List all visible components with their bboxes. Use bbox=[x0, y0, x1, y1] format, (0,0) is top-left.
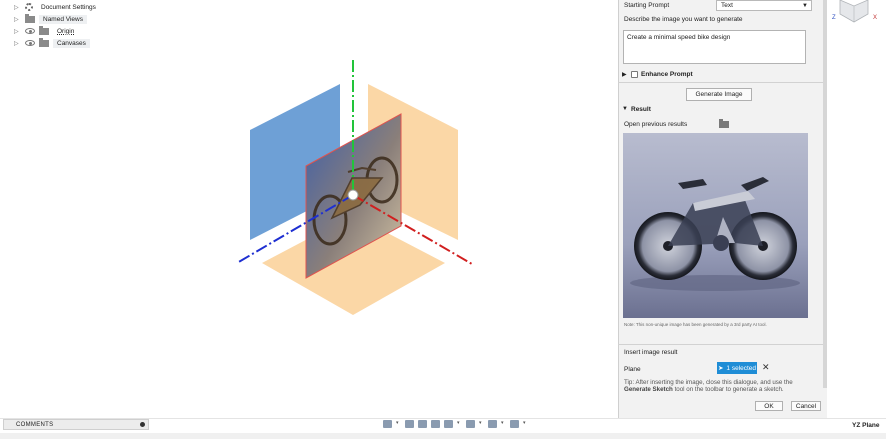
status-strip bbox=[0, 433, 886, 439]
divider bbox=[618, 344, 823, 345]
chevron-down-icon: ▼ bbox=[802, 3, 808, 9]
generate-image-button[interactable]: Generate Image bbox=[686, 88, 752, 101]
comments-toggle-icon[interactable] bbox=[140, 422, 145, 427]
dropdown-arrow-icon[interactable]: ▾ bbox=[457, 420, 462, 428]
ai-note: Note: This non-unique image has been gen… bbox=[624, 322, 767, 327]
prompt-textarea[interactable]: Create a minimal speed bike design bbox=[623, 30, 806, 64]
enhance-prompt-checkbox[interactable] bbox=[631, 71, 638, 78]
pan-icon[interactable] bbox=[418, 420, 427, 428]
cancel-button[interactable]: Cancel bbox=[791, 401, 821, 411]
open-previous-label: Open previous results bbox=[624, 121, 688, 128]
open-folder-icon[interactable] bbox=[719, 119, 729, 128]
dropdown-arrow-icon[interactable]: ▾ bbox=[523, 420, 528, 428]
view-cube-x-label: X bbox=[873, 15, 877, 21]
panel-scrollbar[interactable] bbox=[823, 0, 827, 388]
view-cube[interactable]: Z X bbox=[830, 0, 880, 24]
tip-prefix: Tip: After inserting the image, close th… bbox=[624, 379, 793, 386]
dropdown-arrow-icon[interactable]: ▾ bbox=[396, 420, 401, 428]
view-cube-z-label: Z bbox=[832, 15, 836, 21]
cursor-arrow-icon: ➤ bbox=[717, 365, 724, 372]
viewports-icon[interactable] bbox=[510, 420, 519, 428]
generated-bike-image[interactable] bbox=[623, 133, 808, 318]
grid-settings-icon[interactable] bbox=[488, 420, 497, 428]
look-at-icon[interactable] bbox=[405, 420, 414, 428]
fit-icon[interactable] bbox=[444, 420, 453, 428]
tip-bold: Generate Sketch bbox=[624, 386, 673, 393]
enhance-expand-icon[interactable]: ▶ bbox=[622, 71, 627, 78]
plane-label: Plane bbox=[624, 366, 641, 373]
result-section-label: Result bbox=[631, 106, 651, 113]
dropdown-arrow-icon[interactable]: ▾ bbox=[501, 420, 506, 428]
divider bbox=[618, 82, 823, 83]
tip-text: Tip: After inserting the image, close th… bbox=[624, 379, 804, 393]
describe-label: Describe the image you want to generate bbox=[624, 16, 743, 23]
enhance-prompt-label: Enhance Prompt bbox=[641, 71, 693, 78]
comments-panel[interactable]: COMMENTS bbox=[3, 419, 149, 430]
starting-prompt-label: Starting Prompt bbox=[624, 2, 670, 9]
ok-button[interactable]: OK bbox=[755, 401, 783, 411]
active-plane-label: YZ Plane bbox=[852, 422, 880, 429]
result-collapse-icon[interactable]: ▼ bbox=[622, 106, 628, 112]
tip-suffix: tool on the toolbar to generate a sketch… bbox=[674, 386, 784, 393]
starting-prompt-select[interactable]: Text ▼ bbox=[716, 0, 812, 11]
zoom-icon[interactable] bbox=[431, 420, 440, 428]
orbit-icon[interactable] bbox=[383, 420, 392, 428]
origin-point[interactable] bbox=[347, 189, 359, 201]
dropdown-arrow-icon[interactable]: ▾ bbox=[479, 420, 484, 428]
insert-image-label: Insert image result bbox=[624, 349, 678, 356]
viewport-canvas[interactable] bbox=[0, 0, 618, 418]
selection-count: 1 selected bbox=[726, 364, 757, 372]
starting-prompt-value: Text bbox=[721, 2, 733, 9]
clear-selection-icon[interactable]: ✕ bbox=[762, 362, 770, 373]
plane-selection-button[interactable]: ➤ 1 selected bbox=[717, 362, 757, 374]
navigation-toolbar: ▾ ▾ ▾ ▾ ▾ bbox=[383, 419, 528, 429]
display-settings-icon[interactable] bbox=[466, 420, 475, 428]
